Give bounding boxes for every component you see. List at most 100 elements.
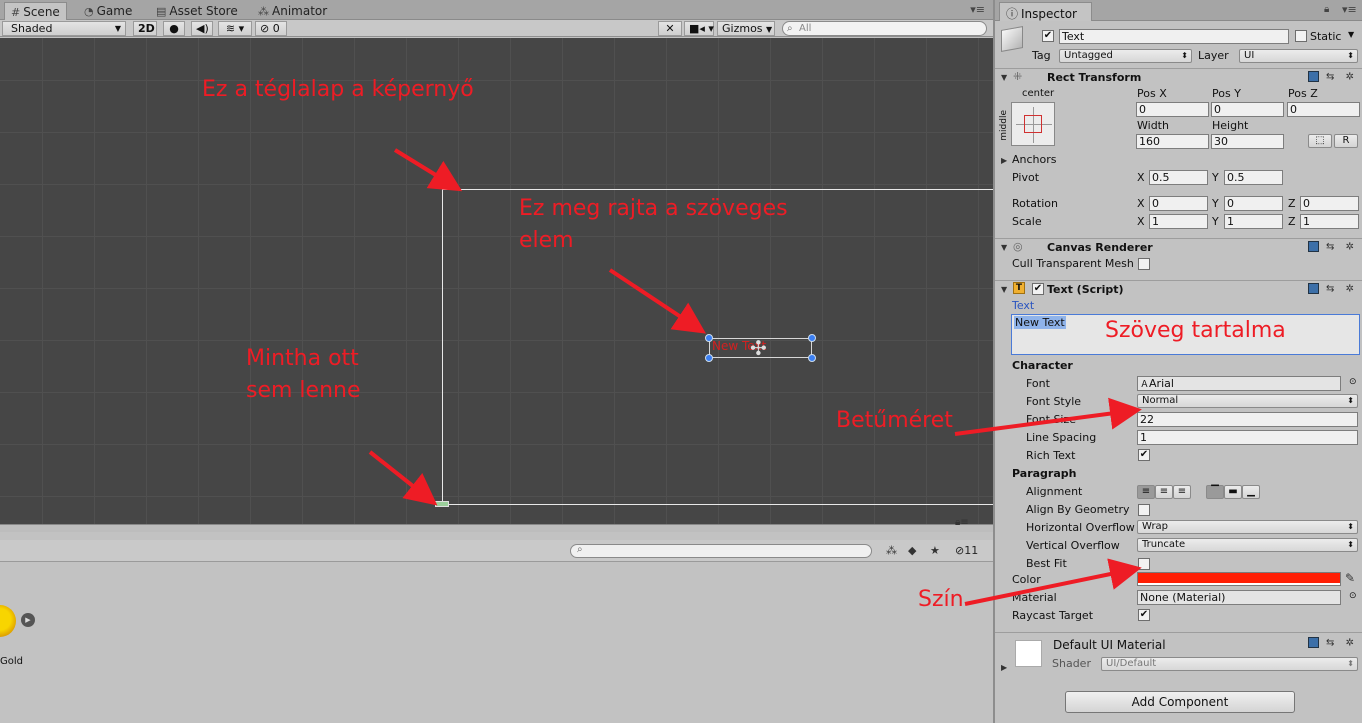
layer-dropdown[interactable]: UI ⬍ xyxy=(1239,49,1358,63)
pivot-icon[interactable]: ✣ xyxy=(750,336,767,360)
scene-viewport[interactable]: New Text ✣ xyxy=(0,38,993,524)
material-field[interactable]: None (Material) xyxy=(1137,590,1341,605)
pivot-x-field[interactable]: 0.5 xyxy=(1149,170,1208,185)
canvas-renderer-header[interactable]: ▼ ◎ Canvas Renderer ⇆ ✲ xyxy=(995,238,1362,256)
gizmos-dropdown[interactable]: Gizmos ▼ xyxy=(717,21,775,36)
align-left-button[interactable]: ≡ xyxy=(1137,485,1155,499)
audio-toggle[interactable]: ◀) xyxy=(191,21,213,36)
play-icon[interactable]: ▶ xyxy=(21,613,35,627)
text-enabled-checkbox[interactable]: ✔ xyxy=(1032,283,1044,295)
help-book-icon[interactable] xyxy=(1307,71,1319,82)
object-picker-icon[interactable]: ⊙ xyxy=(1349,377,1357,387)
align-top-button[interactable]: ▔ xyxy=(1206,485,1224,499)
star-icon[interactable]: ★ xyxy=(930,544,940,557)
add-component-button[interactable]: Add Component xyxy=(1065,691,1295,713)
lighting-toggle[interactable]: ● xyxy=(163,21,185,36)
font-field[interactable]: ＡArial xyxy=(1137,376,1341,391)
scale-z-field[interactable]: 1 xyxy=(1300,214,1359,229)
scene-search-input[interactable]: ⌕ All xyxy=(782,21,987,36)
tab-inspector[interactable]: ⓘ Inspector xyxy=(999,2,1092,21)
hidden-objects-toggle[interactable]: ⊘ 0 xyxy=(255,21,287,36)
project-search-input[interactable]: ⌕ xyxy=(570,544,872,558)
fold-down-icon[interactable]: ▼ xyxy=(1001,243,1007,252)
component-header-icons[interactable]: ⇆ ✲ xyxy=(1307,283,1358,295)
height-field[interactable]: 30 xyxy=(1211,134,1284,149)
gold-coin-thumbnail[interactable] xyxy=(0,605,16,637)
h-overflow-dropdown[interactable]: Wrap ⬍ xyxy=(1137,520,1358,534)
rotation-z-field[interactable]: 0 xyxy=(1300,196,1359,211)
lock-icon[interactable]: 🔒︎≡ xyxy=(955,517,969,528)
component-header-icons[interactable]: ⇆ ✲ xyxy=(1307,241,1358,253)
lock-icon[interactable]: 🔒︎ xyxy=(1324,4,1329,15)
font-style-dropdown[interactable]: Normal ⬍ xyxy=(1137,394,1358,408)
scale-y-field[interactable]: 1 xyxy=(1224,214,1283,229)
fold-down-icon[interactable]: ▼ xyxy=(1001,73,1007,82)
tab-asset-store[interactable]: ▤ Asset Store xyxy=(150,2,244,20)
font-label: Font xyxy=(1026,377,1050,390)
rich-text-checkbox[interactable]: ✔ xyxy=(1138,449,1150,461)
tag-icon[interactable]: ◆ xyxy=(908,544,916,557)
anchors-label[interactable]: Anchors xyxy=(1012,153,1057,166)
component-header-icons[interactable]: ⇆ ✲ xyxy=(1307,637,1358,649)
scale-x-field[interactable]: 1 xyxy=(1149,214,1208,229)
help-book-icon[interactable] xyxy=(1307,283,1319,294)
rotation-x-field[interactable]: 0 xyxy=(1149,196,1208,211)
shader-dropdown[interactable]: UI/Default ⬍ xyxy=(1101,657,1358,671)
align-geometry-checkbox[interactable] xyxy=(1138,504,1150,516)
material-header[interactable]: Default UI Material ⇆ ✲ ▶ Shader UI/Defa… xyxy=(995,632,1362,678)
color-field[interactable] xyxy=(1137,572,1341,586)
resize-handle[interactable] xyxy=(705,354,713,362)
pos-x-field[interactable]: 0 xyxy=(1136,102,1209,117)
cull-transparent-checkbox[interactable] xyxy=(1138,258,1150,270)
component-header-icons[interactable]: ⇆ ✲ xyxy=(1307,71,1358,83)
font-size-field[interactable]: 22 xyxy=(1137,412,1358,427)
width-field[interactable]: 160 xyxy=(1136,134,1209,149)
tag-dropdown[interactable]: Untagged ⬍ xyxy=(1059,49,1192,63)
align-center-button[interactable]: ≡ xyxy=(1155,485,1173,499)
camera-dropdown[interactable]: ■◂ ▾ xyxy=(684,21,714,36)
filter-type-icon[interactable]: ⁂ xyxy=(886,544,897,557)
tab-scene[interactable]: # Scene xyxy=(4,2,67,20)
blueprint-mode-button[interactable]: ⬚ xyxy=(1308,134,1332,148)
tab-game[interactable]: ◔ Game xyxy=(78,2,138,20)
rect-transform-header[interactable]: ▼ ⁜ Rect Transform ⇆ ✲ xyxy=(995,68,1362,86)
gameobject-name-field[interactable]: Text xyxy=(1059,29,1289,44)
pos-y-field[interactable]: 0 xyxy=(1211,102,1284,117)
resize-handle[interactable] xyxy=(808,354,816,362)
dropdown-arrow-icon[interactable]: ▼ xyxy=(1348,30,1354,39)
pivot-y-field[interactable]: 0.5 xyxy=(1224,170,1283,185)
static-checkbox[interactable] xyxy=(1295,30,1307,42)
fold-right-icon[interactable]: ▶ xyxy=(1001,663,1007,672)
align-bottom-button[interactable]: ▁ xyxy=(1242,485,1260,499)
pos-z-field[interactable]: 0 xyxy=(1287,102,1360,117)
v-overflow-dropdown[interactable]: Truncate ⬍ xyxy=(1137,538,1358,552)
anchor-presets-button[interactable] xyxy=(1011,102,1055,146)
hidden-packages-count[interactable]: ⊘11 xyxy=(955,544,978,557)
effects-dropdown[interactable]: ≋ ▾ xyxy=(218,21,252,36)
rotation-y-field[interactable]: 0 xyxy=(1224,196,1283,211)
tab-animator[interactable]: ⁂ Animator xyxy=(252,2,333,20)
line-spacing-field[interactable]: 1 xyxy=(1137,430,1358,445)
scene-menu-icon[interactable]: ▾≡ xyxy=(970,3,985,16)
shading-mode-dropdown[interactable]: Shaded ▼ xyxy=(2,21,126,36)
text-script-header[interactable]: ▼ T ✔ Text (Script) ⇆ ✲ xyxy=(995,280,1362,298)
raw-edit-button[interactable]: R xyxy=(1334,134,1358,148)
align-right-button[interactable]: ≡ xyxy=(1173,485,1191,499)
fold-right-icon[interactable]: ▶ xyxy=(1001,156,1007,165)
fold-down-icon[interactable]: ▼ xyxy=(1001,285,1007,294)
tools-button[interactable]: ✕ xyxy=(658,21,682,36)
raycast-checkbox[interactable]: ✔ xyxy=(1138,609,1150,621)
menu-icon[interactable]: ▾≡ xyxy=(1342,3,1357,16)
panel-splitter[interactable]: 🔒︎≡ xyxy=(0,517,993,532)
eyedropper-icon[interactable]: ✎ xyxy=(1345,571,1355,585)
object-picker-icon[interactable]: ⊙ xyxy=(1349,591,1357,601)
best-fit-checkbox[interactable] xyxy=(1138,558,1150,570)
2d-mode-button[interactable]: 2D xyxy=(133,21,157,36)
help-book-icon[interactable] xyxy=(1307,637,1319,648)
help-book-icon[interactable] xyxy=(1307,241,1319,252)
resize-handle[interactable] xyxy=(808,334,816,342)
animator-icon: ⁂ xyxy=(258,5,269,18)
active-checkbox[interactable]: ✔ xyxy=(1042,30,1054,42)
align-middle-button[interactable]: ▬ xyxy=(1224,485,1242,499)
asset-label[interactable]: Gold xyxy=(0,656,23,667)
